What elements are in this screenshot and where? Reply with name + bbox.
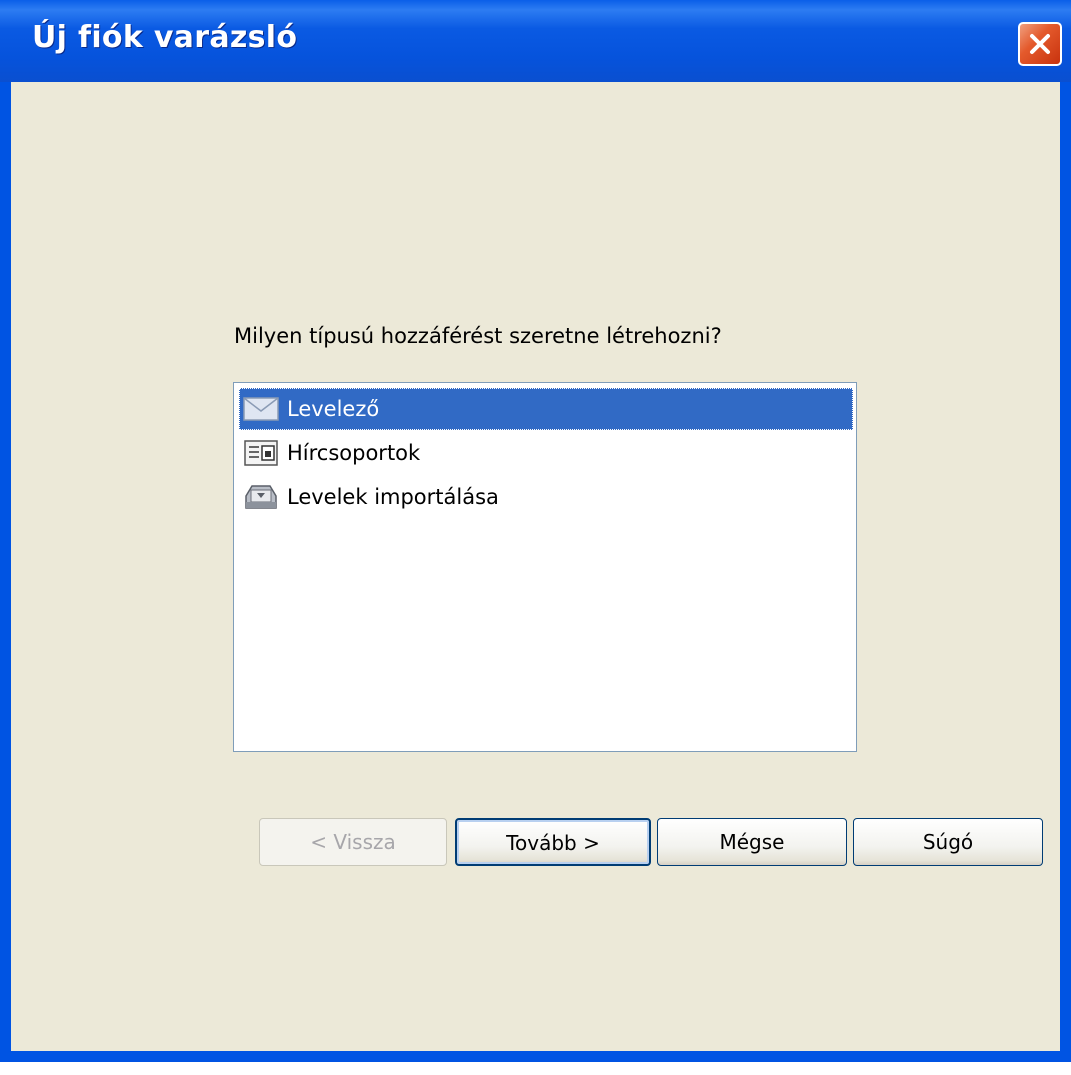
account-type-prompt: Milyen típusú hozzáférést szeretne létre… <box>234 324 722 348</box>
list-item-newsgroups[interactable]: Hírcsoportok <box>239 432 853 474</box>
list-item-import-mail[interactable]: Levelek importálása <box>239 476 853 518</box>
list-item-label: Levelező <box>287 397 380 421</box>
cancel-button[interactable]: Mégse <box>657 818 847 866</box>
newsgroup-icon <box>244 440 278 466</box>
wizard-window: Új fiók varázsló Milyen típusú hozzáféré… <box>0 0 1071 1062</box>
close-icon <box>1030 34 1050 54</box>
list-item-label: Hírcsoportok <box>287 441 421 465</box>
window-title: Új fiók varázsló <box>32 20 298 55</box>
list-item-mail[interactable]: Levelező <box>239 388 853 430</box>
help-button[interactable]: Súgó <box>853 818 1043 866</box>
wizard-content: Milyen típusú hozzáférést szeretne létre… <box>11 82 1060 1051</box>
import-tray-icon <box>245 485 277 509</box>
next-button[interactable]: Tovább > <box>455 818 651 866</box>
list-item-label: Levelek importálása <box>287 485 499 509</box>
back-button[interactable]: < Vissza <box>259 818 447 866</box>
title-bar[interactable]: Új fiók varázsló <box>0 0 1071 82</box>
close-button[interactable] <box>1018 22 1062 66</box>
mail-envelope-icon <box>243 397 279 421</box>
account-type-list[interactable]: Levelező Hírcsoportok Levelek importálás… <box>233 382 857 752</box>
